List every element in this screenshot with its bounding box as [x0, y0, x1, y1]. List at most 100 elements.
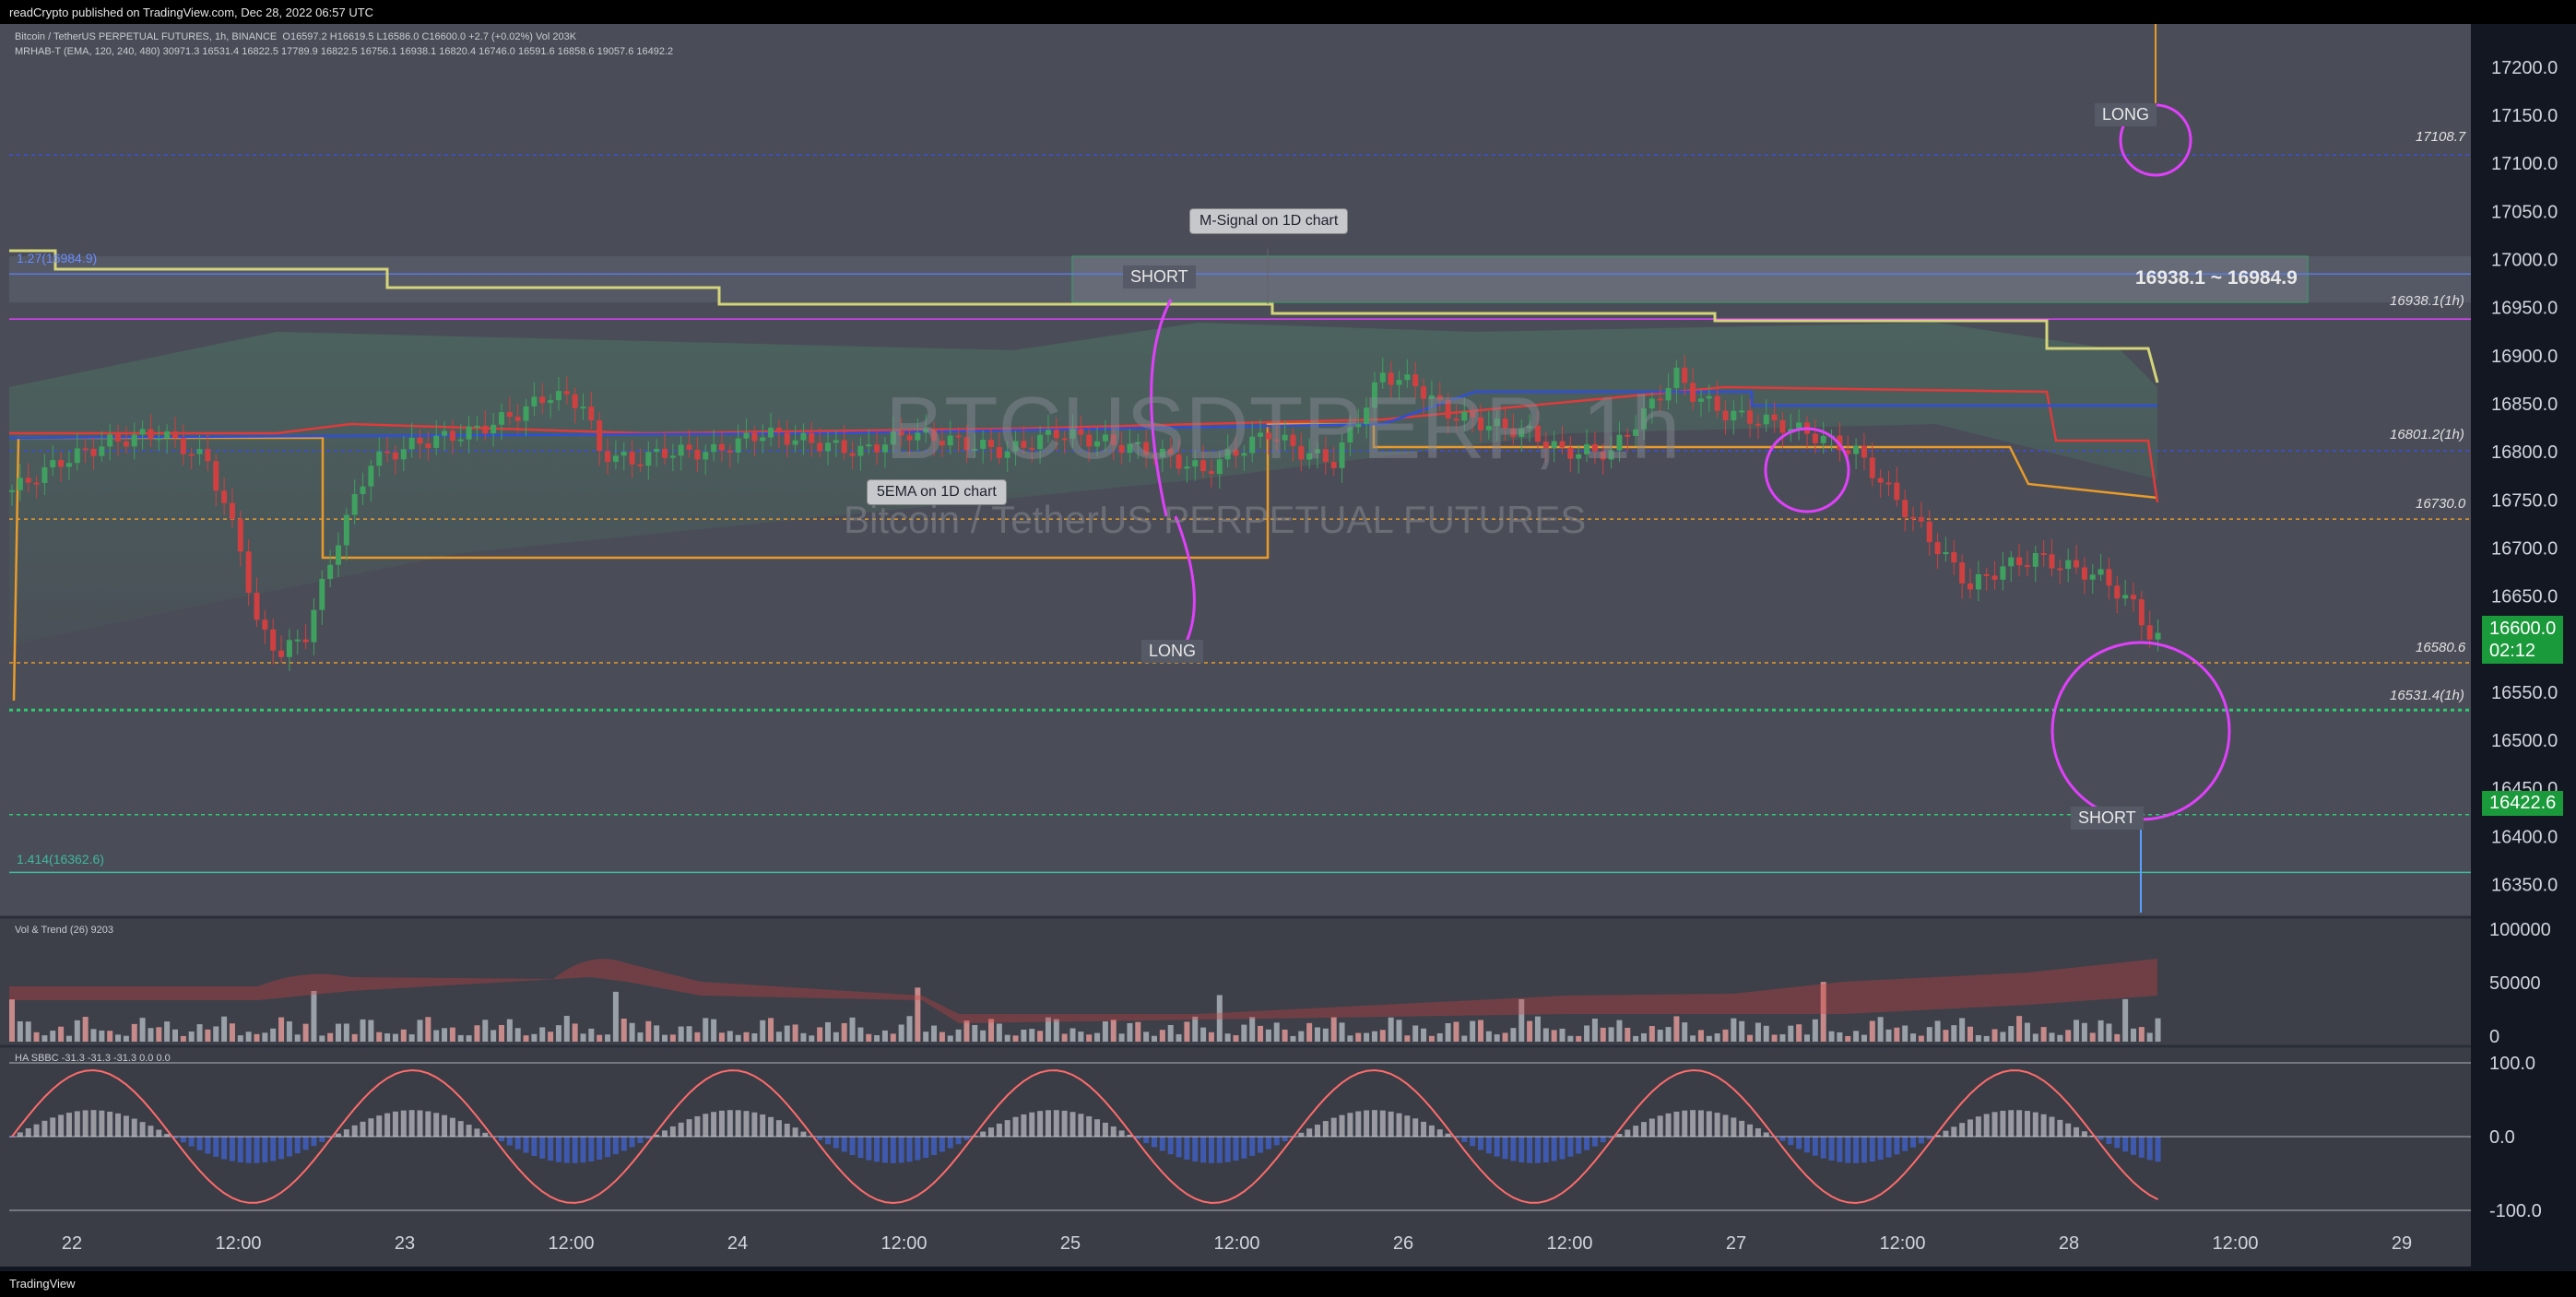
oscillator-bar — [1527, 1137, 1533, 1163]
oscillator-bar — [1722, 1114, 1729, 1137]
oscillator-bar — [1306, 1128, 1313, 1137]
oscillator-bar — [425, 1111, 431, 1137]
volume-bar — [311, 990, 317, 1042]
volume-bar — [360, 1019, 366, 1042]
volume-bar — [1127, 1022, 1133, 1042]
candle-body — [1796, 422, 1802, 429]
oscillator-bar — [1869, 1137, 1875, 1162]
oscillator-bar — [2016, 1110, 2023, 1137]
volume-bar — [523, 1035, 529, 1042]
oscillator-bar — [1233, 1137, 1239, 1161]
candle-body — [237, 519, 243, 552]
chart-canvas[interactable]: 17200.0 17150.0 17100.0 17050.0 17000.0 16950… — [0, 0, 2576, 1297]
indicator-header: MRHAB-T (EMA, 120, 240, 480) 30971.3 165… — [15, 46, 674, 57]
volume-bar — [254, 1033, 260, 1042]
volume-bar — [2057, 1034, 2063, 1042]
volume-bar — [1591, 1019, 1598, 1042]
oscillator-bar — [1069, 1112, 1076, 1137]
candle-body — [2040, 552, 2047, 555]
price-tick: 16900.0 — [2491, 347, 2558, 367]
msignal-callout[interactable]: M-Signal on 1D chart — [1189, 208, 1349, 234]
candle-body — [360, 486, 366, 494]
candle-body — [466, 426, 472, 440]
candle-body — [262, 619, 268, 630]
volume-bar — [1542, 1028, 1549, 1042]
oscillator-bar — [205, 1137, 211, 1154]
price-tick: 16650.0 — [2491, 587, 2558, 607]
candle-body — [229, 502, 235, 520]
volume-bar — [376, 1032, 383, 1042]
candle-body — [678, 444, 684, 456]
time-axis[interactable]: 22 12:00 23 12:00 24 12:00 25 12:00 26 12:00 27 12:… — [62, 1233, 2412, 1254]
volume-bar — [792, 1024, 798, 1042]
volume-bar — [1233, 1035, 1239, 1042]
oscillator-bar — [99, 1110, 105, 1137]
time-tick: 12:00 — [548, 1233, 594, 1254]
oscillator-bar — [1894, 1137, 1900, 1155]
oscillator-bar — [2040, 1114, 2047, 1137]
volume-bar — [336, 1023, 341, 1042]
volume-bar — [1959, 1018, 1966, 1042]
oscillator-bar — [1755, 1128, 1761, 1137]
oscillator-bar — [931, 1137, 938, 1156]
volume-bar — [825, 1021, 831, 1042]
oscillator-bar — [1176, 1137, 1182, 1158]
volume-bar — [1339, 1022, 1345, 1042]
volume-bar — [743, 1032, 750, 1042]
candle-body — [572, 394, 578, 408]
oscillator-bar — [1943, 1130, 1949, 1137]
oscillator-bar — [1258, 1137, 1264, 1153]
volume-bar — [148, 1028, 154, 1042]
oscillator-bar — [1502, 1137, 1508, 1160]
volume-bar — [457, 1034, 464, 1042]
candle-body — [319, 578, 325, 610]
volume-bar — [1037, 1031, 1044, 1042]
ema5-callout[interactable]: 5EMA on 1D chart — [867, 479, 1007, 505]
volume-bar — [50, 1031, 56, 1042]
candle-body — [2081, 567, 2087, 580]
volume-bar — [1184, 1021, 1190, 1042]
volume-bar — [1616, 1020, 1623, 1042]
oscillator-bar — [1983, 1114, 1990, 1137]
oscillator-bar — [988, 1127, 994, 1137]
oscillator-bar — [1102, 1122, 1108, 1137]
volume-bar — [1534, 1016, 1541, 1042]
oscillator-bar — [1682, 1110, 1688, 1137]
candle-body — [833, 440, 839, 443]
time-tick: 27 — [1726, 1233, 1746, 1254]
price-tick: 16850.0 — [2491, 395, 2558, 415]
volume-bar — [1551, 1030, 1557, 1042]
candle-body — [2024, 565, 2030, 568]
volume-bar — [131, 1023, 137, 1042]
candle-body — [817, 442, 823, 452]
oscillator-bar — [2049, 1116, 2055, 1137]
candle-body — [1755, 423, 1761, 426]
candle-body — [1682, 367, 1688, 383]
volume-bar — [637, 1032, 644, 1042]
oscillator-bar — [262, 1137, 268, 1162]
vol-trend-header: Vol & Trend (26) 9203 — [15, 925, 114, 936]
volume-bar — [996, 1023, 1002, 1042]
candle-body — [1959, 562, 1966, 584]
volume-bar — [1926, 1027, 1932, 1042]
volume-bar — [1812, 1019, 1818, 1042]
oscillator-bar — [669, 1126, 676, 1137]
volume-bar — [1657, 1030, 1663, 1042]
volume-bar — [1388, 1017, 1394, 1042]
volume-bar — [1412, 1025, 1419, 1042]
oscillator-bar — [662, 1130, 668, 1137]
oscillator-bar — [1845, 1137, 1851, 1163]
volume-bar — [1633, 1035, 1639, 1042]
price-tick: 17050.0 — [2491, 202, 2558, 222]
ha-sbbc-header: HA SBBC -31.3 -31.3 -31.3 0.0 0.0 — [15, 1053, 171, 1064]
time-tick: 23 — [395, 1233, 415, 1254]
volume-bar — [1697, 1030, 1704, 1042]
volume-bar — [1559, 1028, 1566, 1042]
oscillator-bar — [245, 1137, 252, 1163]
oscillator-bar — [1591, 1137, 1598, 1147]
volume-bar — [2008, 1026, 2015, 1042]
volume-bar — [1110, 1020, 1117, 1042]
candle-body — [612, 455, 619, 463]
oscillator-bar — [1012, 1116, 1019, 1137]
oscillator-bar — [678, 1122, 684, 1137]
